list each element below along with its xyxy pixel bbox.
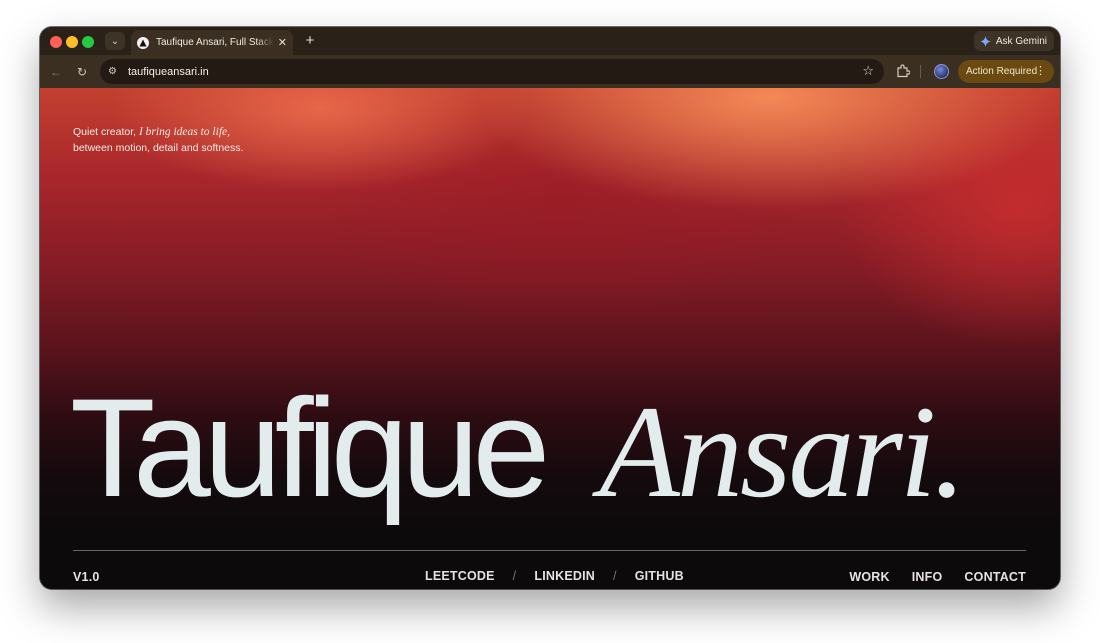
social-separator: / — [613, 569, 617, 583]
maximize-window-button[interactable] — [82, 36, 94, 48]
hero-tagline: Quiet creator, I bring ideas to life, be… — [73, 124, 243, 156]
action-required-label: Action Required — [966, 66, 1038, 77]
portfolio-page: Quiet creator, I bring ideas to life, be… — [40, 88, 1060, 589]
social-links: LEETCODE / LINKEDIN / GITHUB — [425, 569, 684, 583]
bookmark-star-icon[interactable]: ☆ — [862, 64, 874, 78]
close-window-button[interactable] — [50, 36, 62, 48]
browser-toolbar: ← ↻ ⚙ taufiqueansari.in ☆ Action Require… — [40, 55, 1060, 88]
address-bar[interactable]: ⚙ taufiqueansari.in ☆ — [100, 59, 884, 84]
back-arrow-icon[interactable]: ← — [48, 64, 64, 80]
reload-icon[interactable]: ↻ — [74, 64, 90, 80]
ask-gemini-label: Ask Gemini — [995, 35, 1047, 47]
social-separator: / — [512, 569, 517, 583]
main-menu: WORK INFO CONTACT — [849, 570, 1026, 584]
tab-close-icon[interactable]: ✕ — [278, 36, 287, 49]
site-info-icon[interactable]: ⚙ — [108, 66, 120, 78]
extensions-puzzle-icon[interactable] — [896, 64, 910, 78]
tagline-line-2: between motion, detail and softness. — [73, 142, 244, 154]
linkedin-link[interactable]: LINKEDIN — [534, 569, 595, 583]
action-required-button[interactable]: Action Required ⋮ — [958, 60, 1054, 83]
tab-title: Taufique Ansari, Full Stack Engineer — [156, 37, 274, 48]
minimize-window-button[interactable] — [66, 36, 78, 48]
leetcode-link[interactable]: LEETCODE — [425, 569, 495, 583]
gemini-sparkle-icon — [979, 35, 991, 47]
nav-work-link[interactable]: WORK — [849, 570, 889, 584]
ask-gemini-button[interactable]: Ask Gemini — [973, 31, 1054, 51]
footer-nav: V1.0 LEETCODE / LINKEDIN / GITHUB WORK I… — [73, 569, 1026, 586]
chevron-down-icon: ⌄ — [110, 35, 120, 47]
footer-divider — [73, 550, 1026, 551]
nav-contact-link[interactable]: CONTACT — [964, 570, 1026, 584]
tagline-italic: I bring ideas to life, — [138, 126, 230, 138]
profile-avatar[interactable] — [934, 64, 949, 79]
active-tab[interactable]: Taufique Ansari, Full Stack Engineer ✕ — [131, 30, 293, 55]
url-text[interactable]: taufiqueansari.in — [128, 66, 209, 78]
hero-last-name: Ansari. — [599, 378, 966, 525]
github-link[interactable]: GITHUB — [635, 569, 684, 583]
version-label: V1.0 — [73, 570, 100, 584]
site-favicon-icon — [137, 36, 149, 49]
nav-info-link[interactable]: INFO — [912, 570, 943, 584]
hero-first-name: Taufique — [70, 369, 550, 526]
browser-window: ⌄ Taufique Ansari, Full Stack Engineer ✕… — [40, 27, 1060, 589]
new-tab-button[interactable]: + — [301, 32, 319, 50]
tab-bar: ⌄ Taufique Ansari, Full Stack Engineer ✕… — [40, 27, 1060, 55]
toolbar-divider — [920, 65, 921, 78]
tagline-prefix: Quiet creator, — [73, 126, 137, 138]
tab-search-button[interactable]: ⌄ — [105, 32, 125, 50]
hero-name: Taufique Ansari. — [70, 378, 966, 518]
more-options-icon[interactable]: ⋮ — [1035, 64, 1046, 77]
